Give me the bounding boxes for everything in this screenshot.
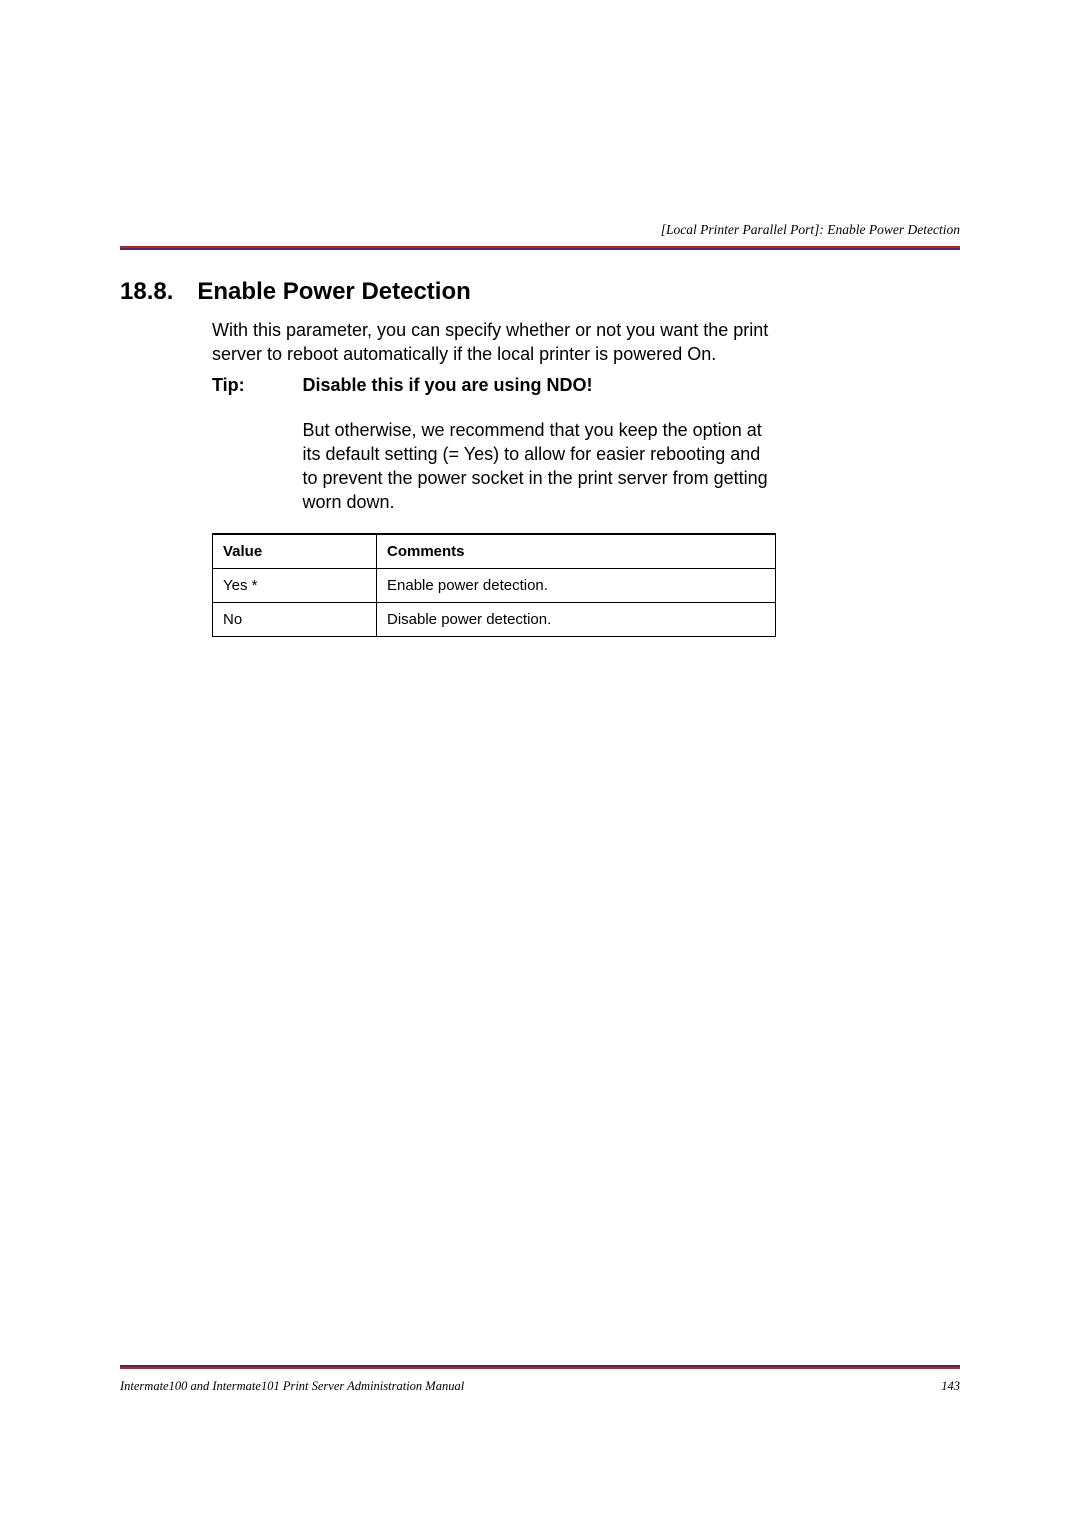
header-rule: [120, 246, 960, 250]
table-cell-value: Yes *: [213, 568, 377, 602]
footer: Intermate100 and Intermate101 Print Serv…: [120, 1365, 960, 1394]
section-title: Enable Power Detection: [197, 278, 470, 305]
table-header-value: Value: [213, 534, 377, 569]
table-header-comments: Comments: [377, 534, 776, 569]
table-cell-comments: Enable power detection.: [377, 568, 776, 602]
table-row: No Disable power detection.: [213, 602, 776, 636]
footer-rule: [120, 1365, 960, 1369]
tip-block: Tip: Disable this if you are using NDO! …: [212, 375, 960, 515]
tip-body: Disable this if you are using NDO! But o…: [302, 375, 772, 515]
section-number: 18.8.: [120, 278, 173, 306]
document-page: [Local Printer Parallel Port]: Enable Po…: [0, 0, 1080, 1528]
intro-paragraph: With this parameter, you can specify whe…: [212, 318, 772, 367]
table-header-row: Value Comments: [213, 534, 776, 569]
table-row: Yes * Enable power detection.: [213, 568, 776, 602]
table-cell-value: No: [213, 602, 377, 636]
header-breadcrumb: [Local Printer Parallel Port]: Enable Po…: [120, 222, 960, 238]
values-table: Value Comments Yes * Enable power detect…: [212, 533, 776, 637]
tip-paragraph: But otherwise, we recommend that you kee…: [302, 418, 772, 515]
tip-strong-text: Disable this if you are using NDO: [302, 375, 586, 395]
footer-manual-title: Intermate100 and Intermate101 Print Serv…: [120, 1379, 464, 1394]
footer-page-number: 143: [941, 1379, 960, 1394]
tip-strong-line: Disable this if you are using NDO!: [302, 375, 772, 396]
tip-label: Tip:: [212, 375, 298, 396]
table-cell-comments: Disable power detection.: [377, 602, 776, 636]
tip-strong-suffix: !: [587, 375, 593, 395]
section-heading: 18.8. Enable Power Detection: [120, 278, 960, 306]
